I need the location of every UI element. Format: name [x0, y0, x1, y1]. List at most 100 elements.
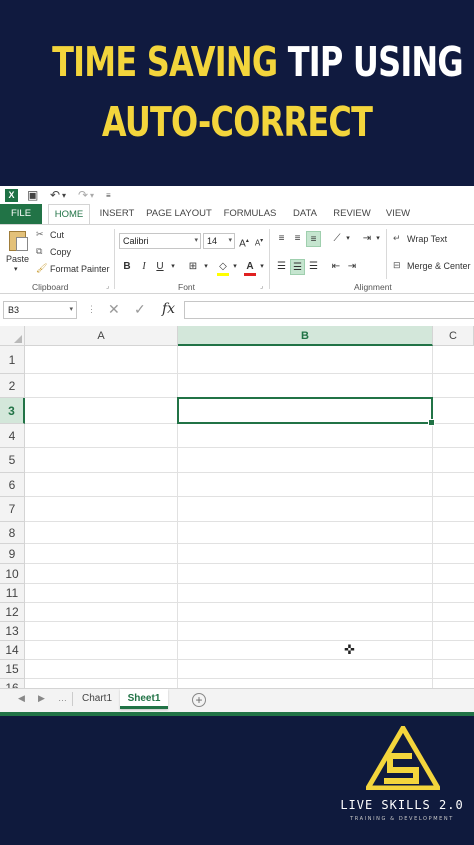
tab-review[interactable]: REVIEW — [331, 204, 373, 224]
name-box[interactable]: B3 ▾ — [3, 301, 77, 319]
row-header-14[interactable]: 14 — [0, 641, 25, 660]
prev-sheet-icon[interactable]: ◀ — [18, 693, 25, 704]
formula-input[interactable] — [184, 301, 474, 319]
shrink-font-icon[interactable]: A▾ — [253, 233, 265, 249]
row-header-2[interactable]: 2 — [0, 374, 25, 398]
row-header-1[interactable]: 1 — [0, 346, 25, 374]
align-right-icon[interactable]: ☰ — [306, 259, 321, 275]
merge-center-button[interactable]: Merge & Center — [407, 261, 471, 271]
ribbon-home: Paste ▾ ✂ Cut ⧉ Copy 🖌 Format Painter Cl… — [0, 224, 474, 294]
tab-file[interactable]: FILE — [0, 204, 42, 224]
chevron-down-icon: ▾ — [194, 237, 198, 244]
cut-icon: ✂ — [36, 229, 44, 239]
column-header-c[interactable]: C — [433, 326, 474, 346]
tab-formulas[interactable]: FORMULAS — [222, 204, 278, 224]
customize-qat-icon[interactable]: ≡ — [106, 191, 111, 200]
brand-name: LIVE SKILLS 2.0 — [340, 798, 464, 812]
cell-cursor-icon: ✜ — [344, 642, 355, 657]
bold-button[interactable]: B — [121, 259, 133, 275]
row-header-15[interactable]: 15 — [0, 660, 25, 679]
row-header-4[interactable]: 4 — [0, 424, 25, 448]
sheet-tab-chart1[interactable]: Chart1 — [76, 689, 118, 709]
row-header-11[interactable]: 11 — [0, 584, 25, 603]
top-align-icon[interactable]: ≡ — [274, 231, 289, 247]
column-header-b[interactable]: B — [178, 326, 433, 346]
paper-icon — [16, 237, 28, 251]
row-header-12[interactable]: 12 — [0, 603, 25, 622]
align-left-icon[interactable]: ☰ — [274, 259, 289, 275]
row-header-7[interactable]: 7 — [0, 497, 25, 522]
select-all-button[interactable] — [0, 326, 25, 346]
middle-align-icon[interactable]: ≡ — [290, 231, 305, 247]
sheet-tab-bar: ◀ ▶ … Chart1 Sheet1 + — [0, 688, 474, 712]
tab-home[interactable]: HOME — [48, 204, 90, 225]
sheet-nav-dots-icon[interactable]: … — [58, 693, 67, 703]
brand-tagline: TRAINING & DEVELOPMENT — [350, 816, 454, 822]
grid-line — [25, 521, 474, 522]
italic-button[interactable]: I — [138, 259, 150, 275]
wrap-text-button[interactable]: Wrap Text — [407, 234, 447, 244]
name-box-value: B3 — [8, 305, 20, 315]
align-center-icon[interactable]: ☰ — [290, 259, 305, 275]
decrease-indent-icon[interactable]: ⇤ — [329, 259, 343, 275]
font-size-select[interactable]: 14 ▾ — [203, 233, 235, 249]
add-sheet-icon[interactable]: + — [192, 693, 206, 707]
rtl-dropdown-icon[interactable]: ▾ — [374, 231, 382, 247]
borders-dropdown-icon[interactable]: ▾ — [201, 259, 211, 275]
save-icon[interactable]: ▣ — [27, 188, 38, 202]
redo-icon[interactable]: ↷ — [78, 188, 88, 202]
clipboard-launcher-icon[interactable]: ⌟ — [106, 282, 109, 290]
increase-indent-icon[interactable]: ⇥ — [345, 259, 359, 275]
insert-function-button[interactable]: fx — [162, 301, 175, 317]
grow-font-icon[interactable]: A▴ — [238, 233, 250, 249]
format-painter-button[interactable]: Format Painter — [50, 264, 110, 274]
grid-line — [25, 496, 474, 497]
row-header-9[interactable]: 9 — [0, 544, 25, 564]
undo-icon[interactable]: ↶ — [50, 188, 60, 202]
grid-line — [25, 563, 474, 564]
copy-button[interactable]: Copy — [50, 247, 71, 257]
rtl-icon[interactable]: ⇥ — [360, 231, 374, 247]
borders-icon[interactable]: ⊞ — [186, 259, 200, 275]
cut-button[interactable]: Cut — [50, 230, 64, 240]
quick-access-toolbar: X ▣ ↶ ▾ ↷ ▾ ≡ — [0, 186, 474, 204]
redo-dropdown-icon[interactable]: ▾ — [90, 191, 94, 200]
grid-line — [25, 447, 474, 448]
font-name-select[interactable]: Calibri ▾ — [119, 233, 201, 249]
merge-center-icon: ⊟ — [393, 260, 401, 270]
font-color-dropdown-icon[interactable]: ▾ — [257, 259, 267, 275]
next-sheet-icon[interactable]: ▶ — [38, 693, 45, 704]
row-header-8[interactable]: 8 — [0, 522, 25, 544]
tab-data[interactable]: DATA — [287, 204, 323, 224]
ribbon-tabs: FILE HOME INSERT PAGE LAYOUT FORMULAS DA… — [0, 204, 474, 225]
row-header-16[interactable]: 16 — [0, 679, 25, 688]
sheet-tab-sheet1[interactable]: Sheet1 — [120, 689, 168, 709]
fill-color-icon[interactable]: ◇ — [216, 259, 230, 276]
row-header-3[interactable]: 3 — [0, 398, 25, 424]
wrap-text-icon: ↵ — [393, 233, 401, 243]
tab-view[interactable]: VIEW — [381, 204, 415, 224]
column-header-a[interactable]: A — [25, 326, 178, 346]
bottom-align-icon[interactable]: ≡ — [306, 231, 321, 247]
row-header-6[interactable]: 6 — [0, 473, 25, 497]
fill-color-dropdown-icon[interactable]: ▾ — [230, 259, 240, 275]
excel-logo-icon: X — [5, 189, 18, 202]
selected-cell-b3[interactable] — [177, 397, 435, 426]
font-color-icon[interactable]: A — [243, 259, 257, 276]
orientation-dropdown-icon[interactable]: ▾ — [344, 231, 352, 247]
undo-dropdown-icon[interactable]: ▾ — [62, 191, 66, 200]
row-header-10[interactable]: 10 — [0, 564, 25, 584]
worksheet-grid[interactable]: A B C 1 2 3 4 5 6 7 8 9 10 11 12 13 14 1… — [0, 326, 474, 688]
row-header-13[interactable]: 13 — [0, 622, 25, 641]
orientation-icon[interactable]: ⟋ — [330, 231, 344, 247]
font-launcher-icon[interactable]: ⌟ — [260, 282, 263, 290]
paste-button[interactable]: Paste ▾ — [4, 229, 32, 277]
enter-icon[interactable]: ✓ — [134, 301, 146, 318]
tab-insert[interactable]: INSERT — [96, 204, 138, 224]
underline-dropdown-icon[interactable]: ▾ — [168, 259, 178, 275]
formula-bar-grip-icon: ⋮ — [87, 304, 96, 314]
tab-page-layout[interactable]: PAGE LAYOUT — [144, 204, 214, 224]
underline-button[interactable]: U — [154, 259, 166, 275]
cancel-icon[interactable]: ✕ — [108, 301, 120, 318]
row-header-5[interactable]: 5 — [0, 448, 25, 473]
